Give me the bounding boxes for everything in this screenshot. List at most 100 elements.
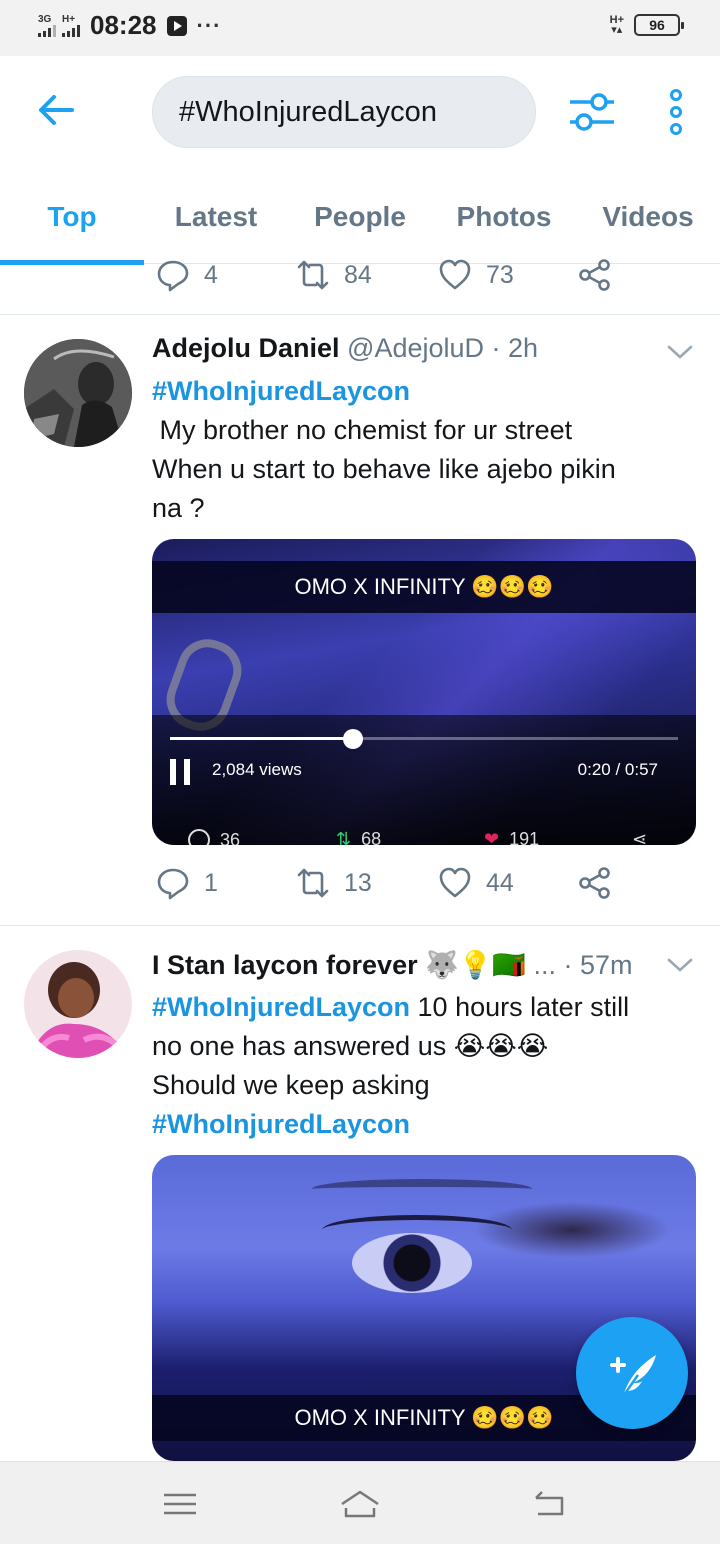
hashtag-link[interactable]: #WhoInjuredLaycon (152, 372, 692, 411)
like-button[interactable]: 73 (438, 258, 514, 292)
system-navigation-bar (0, 1461, 720, 1544)
avatar[interactable] (24, 950, 132, 1058)
tab-videos[interactable]: Videos (576, 166, 720, 264)
chevron-down-icon[interactable] (666, 342, 694, 362)
back-arrow-icon[interactable] (36, 90, 76, 130)
tab-top[interactable]: Top (0, 166, 144, 265)
tweet-actions: 1 13 44 (156, 866, 676, 906)
reply-button[interactable]: 4 (156, 258, 218, 292)
avatar-photo (24, 950, 132, 1058)
avatar-photo (24, 339, 132, 447)
reply-count: 4 (204, 260, 218, 289)
video-views: 2,084 views (212, 760, 302, 779)
hashtag-link[interactable]: #WhoInjuredLaycon (152, 992, 410, 1022)
video-frame-eye (352, 1233, 472, 1293)
share-icon: ⋖ (632, 829, 648, 845)
back-icon[interactable] (530, 1484, 570, 1524)
tweet-header: I Stan laycon forever 🐺💡🇿🇲 ... · 57m (152, 949, 633, 981)
sim1-signal: 3G (38, 13, 56, 37)
video-scrubber-handle[interactable] (342, 729, 363, 749)
home-icon[interactable] (340, 1484, 380, 1524)
embedded-likes: ❤ 191 (484, 829, 539, 845)
tweet-line: 10 hours later still (410, 992, 630, 1022)
share-button[interactable] (578, 258, 612, 292)
reply-count: 1 (204, 868, 218, 897)
more-vertical-icon[interactable] (664, 88, 688, 136)
battery-level: 96 (649, 17, 665, 33)
signal-bars-icon (62, 24, 80, 37)
hashtag-link[interactable]: #WhoInjuredLaycon (152, 1105, 692, 1144)
author-handle: ... (533, 950, 556, 980)
status-bar: 3G H+ 08:28 ··· H+ ▾▴ 96 (0, 0, 720, 56)
tweet-text: #WhoInjuredLaycon My brother no chemist … (152, 372, 692, 528)
network-label: H+ (609, 14, 624, 26)
tweet-line: no one has answered us 😭😭😭 (152, 1031, 549, 1061)
tweet-time: · 2h (491, 333, 539, 363)
tweet-line: Should we keep asking (152, 1070, 430, 1100)
like-icon (439, 867, 471, 898)
retweet-button[interactable]: 84 (296, 258, 372, 292)
reply-icon (157, 260, 189, 292)
retweet-count: 84 (344, 260, 372, 289)
embedded-reply-count: 36 (220, 829, 241, 846)
sim1-label: 3G (38, 13, 52, 25)
video-frame-brow (312, 1179, 532, 1199)
author-name[interactable]: Adejolu Daniel (152, 333, 340, 363)
retweet-icon (297, 868, 329, 898)
pause-icon[interactable] (170, 759, 190, 785)
share-icon (579, 259, 610, 291)
author-handle: @AdejoluD (347, 333, 485, 363)
search-header: #WhoInjuredLaycon (0, 56, 720, 166)
share-icon (579, 867, 610, 899)
like-count: 73 (486, 260, 514, 289)
video-progress-bar[interactable] (170, 729, 678, 749)
tweet-line: na ? (152, 493, 205, 523)
reply-button[interactable]: 1 (156, 866, 218, 900)
like-button[interactable]: 44 (438, 866, 514, 900)
more-notifications: ··· (196, 12, 222, 38)
reply-icon (157, 868, 189, 900)
sim2-signal: H+ (62, 13, 80, 37)
author-name[interactable]: I Stan laycon forever 🐺💡🇿🇲 (152, 950, 526, 980)
tweet-time: · 57m (563, 950, 633, 980)
search-input[interactable]: #WhoInjuredLaycon (152, 76, 536, 148)
tweet-video[interactable]: OMO X INFINITY 🥴🥴🥴 2,084 views 0:20 / 0:… (152, 539, 696, 845)
video-progress-fill (170, 737, 353, 740)
embedded-replies: 36 (188, 829, 240, 845)
embedded-retweets: ⇅ 68 (336, 829, 381, 845)
media-notification-icon (166, 15, 187, 36)
tab-latest[interactable]: Latest (144, 166, 288, 264)
search-tabs: Top Latest People Photos Videos (0, 166, 720, 265)
like-count: 44 (486, 868, 514, 897)
network-type-icon: H+ ▾▴ (609, 14, 624, 36)
tweet-line: My brother no chemist for ur street (152, 415, 573, 445)
tab-photos[interactable]: Photos (432, 166, 576, 264)
retweet-button[interactable]: 13 (296, 866, 372, 900)
sim2-label: H+ (62, 13, 76, 25)
retweet-count: 13 (344, 868, 372, 897)
tab-people[interactable]: People (288, 166, 432, 264)
status-right: H+ ▾▴ 96 (609, 14, 684, 36)
like-icon: ❤ (484, 829, 500, 845)
video-time: 0:20 / 0:57 (577, 760, 658, 779)
reply-icon (188, 829, 210, 845)
filter-icon[interactable] (568, 90, 616, 134)
tweet-line: When u start to behave like ajebo pikin (152, 454, 616, 484)
prev-tweet-actions: 4 84 73 (156, 258, 676, 298)
status-time: 08:28 (90, 10, 157, 40)
tweet-text: #WhoInjuredLaycon 10 hours later still n… (152, 988, 692, 1144)
compose-tweet-button[interactable] (576, 1317, 688, 1429)
share-button[interactable] (578, 866, 612, 900)
embedded-stats: 36 ⇅ 68 ❤ 191 ⋖ (152, 819, 696, 845)
compose-icon (610, 1355, 656, 1396)
tweet-header: Adejolu Daniel @AdejoluD · 2h (152, 333, 538, 364)
avatar[interactable] (24, 339, 132, 447)
embedded-retweet-count: 68 (361, 829, 382, 845)
video-caption-banner: OMO X INFINITY 🥴🥴🥴 (152, 561, 696, 613)
menu-icon[interactable] (160, 1484, 200, 1524)
chevron-down-icon[interactable] (666, 955, 694, 975)
status-left: 3G H+ 08:28 ··· (38, 10, 221, 41)
battery-icon: 96 (634, 14, 684, 36)
embedded-like-count: 191 (509, 829, 540, 845)
like-icon (439, 259, 471, 290)
